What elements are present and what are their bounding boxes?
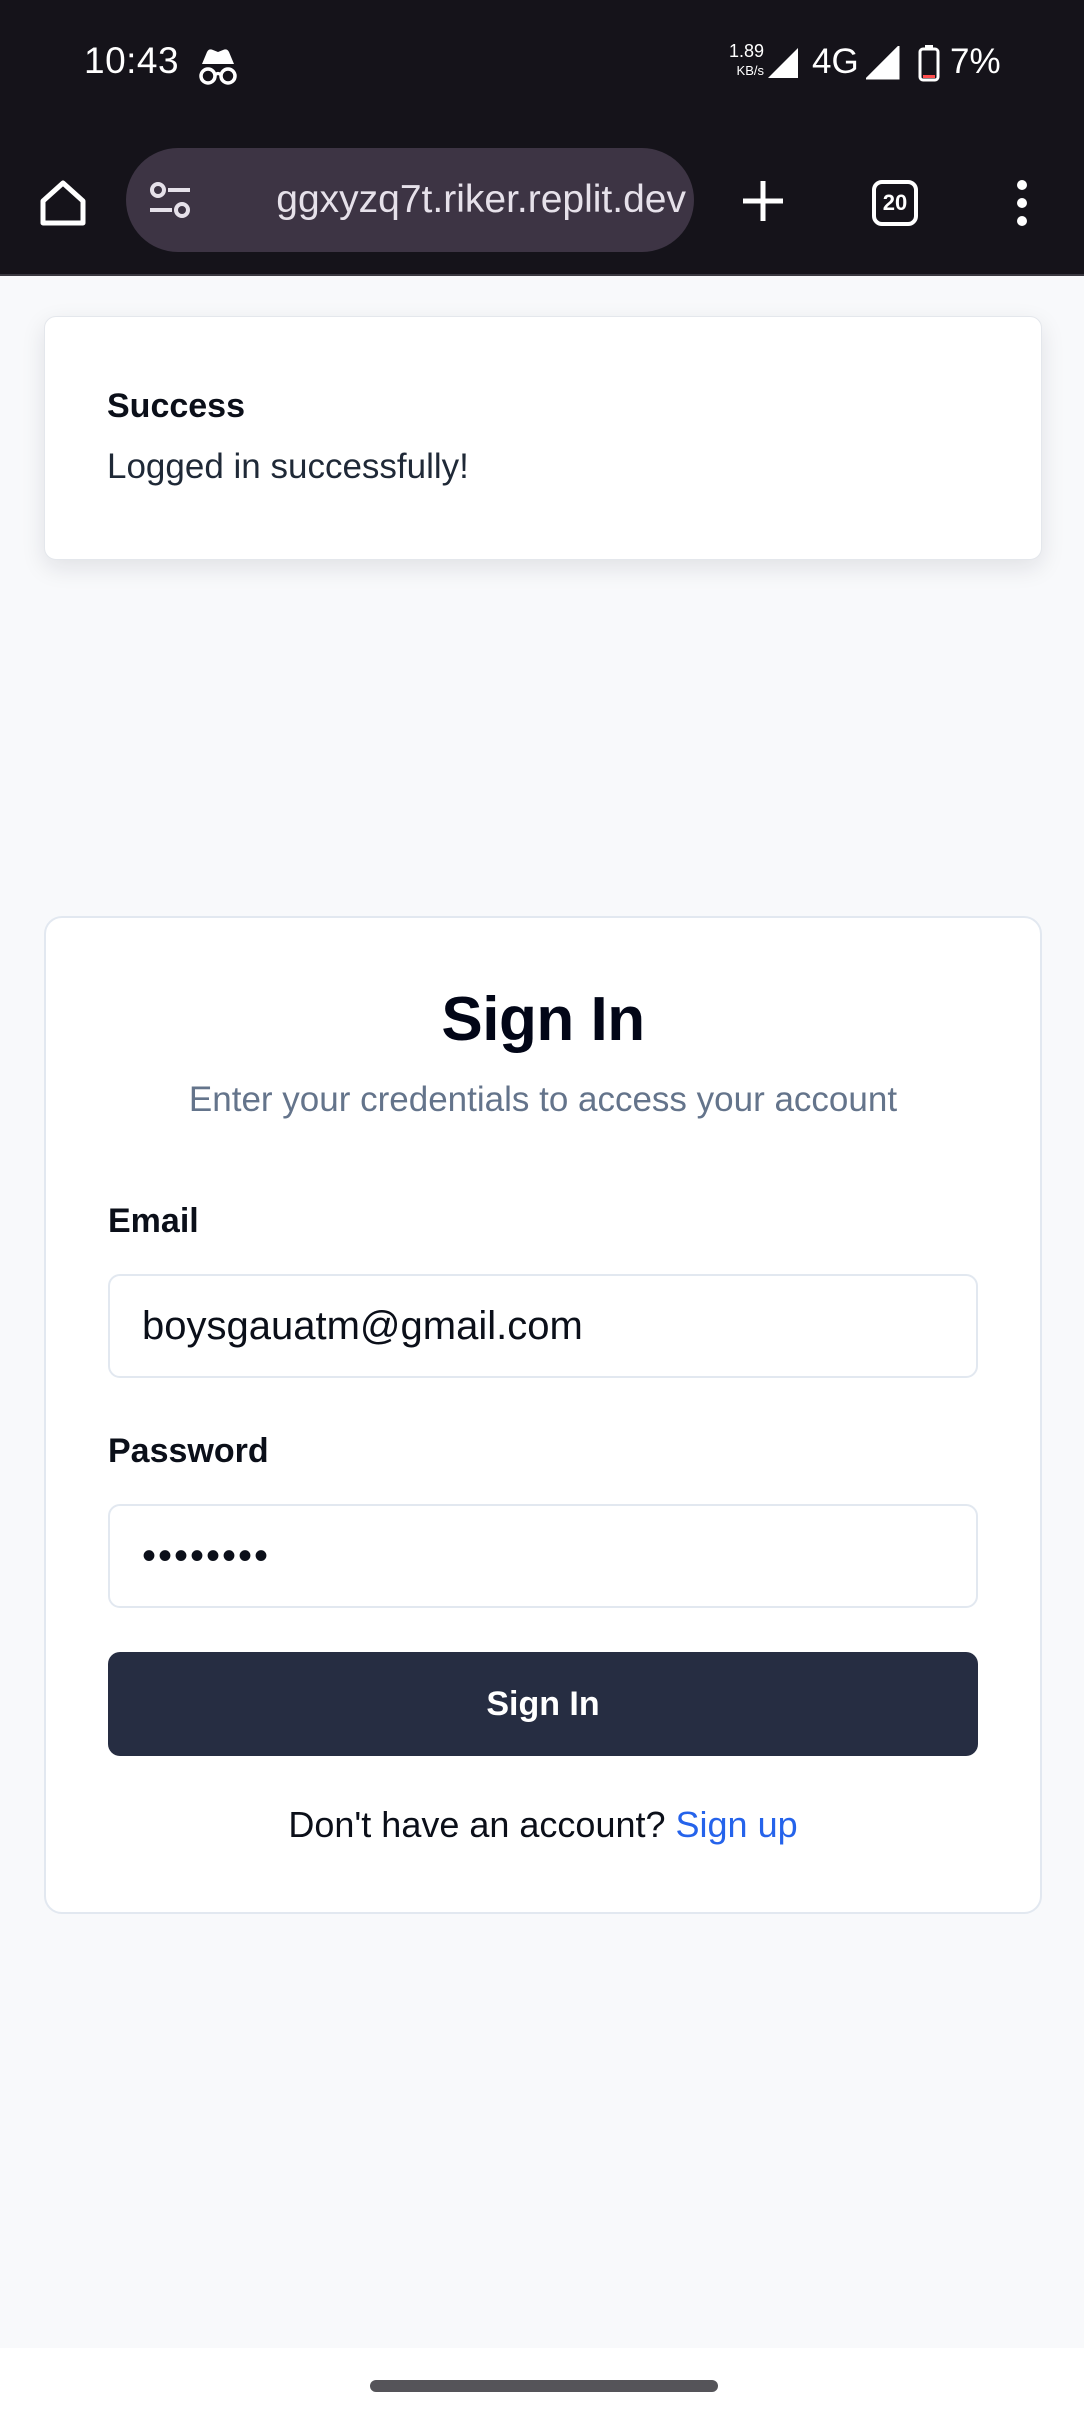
more-menu-button[interactable]: [1000, 170, 1044, 236]
network-speed-unit: KB/s: [736, 63, 764, 78]
signin-title: Sign In: [441, 985, 645, 1054]
status-bar: 10:43 1.89 KB/s 4G 7%: [0, 0, 1084, 130]
incognito-icon: [199, 49, 237, 85]
password-label: Password: [108, 1432, 269, 1470]
signup-row: Don't have an account? Sign up: [46, 1804, 1040, 1846]
browser-toolbar: ggxyzq7t.riker.replit.dev 20: [0, 130, 1084, 276]
signup-prompt: Don't have an account?: [288, 1804, 676, 1845]
home-button[interactable]: [30, 170, 96, 236]
tab-switcher-icon: 20: [872, 180, 918, 226]
signin-card: Sign In Enter your credentials to access…: [44, 916, 1042, 1914]
url-text: ggxyzq7t.riker.replit.dev: [276, 178, 686, 221]
signin-subtitle: Enter your credentials to access your ac…: [188, 1080, 898, 1119]
success-toast: Success Logged in successfully!: [44, 316, 1042, 560]
more-menu-icon: [1017, 180, 1027, 226]
network-speed-value: 1.89: [728, 41, 764, 61]
network-speed: 1.89 KB/s: [718, 42, 764, 80]
signal-icon: [866, 46, 900, 80]
signal-icon: [768, 48, 798, 78]
password-field[interactable]: [108, 1504, 978, 1608]
status-time: 10:43: [84, 40, 180, 81]
site-settings-icon[interactable]: [146, 178, 194, 222]
home-icon: [40, 180, 86, 226]
navigation-bar: [0, 2348, 1084, 2412]
toast-title: Success: [107, 387, 245, 425]
gesture-handle[interactable]: [370, 2380, 718, 2392]
battery-icon: [918, 45, 940, 82]
battery-level: 7%: [950, 42, 1001, 81]
toast-description: Logged in successfully!: [107, 447, 469, 486]
tab-switcher-button[interactable]: 20: [862, 170, 928, 236]
signin-button[interactable]: Sign In: [108, 1652, 978, 1756]
network-type: 4G: [812, 42, 859, 81]
new-tab-icon: [743, 181, 783, 221]
signup-link[interactable]: Sign up: [676, 1804, 798, 1845]
new-tab-button[interactable]: [730, 168, 796, 234]
email-label: Email: [108, 1202, 199, 1240]
address-bar[interactable]: ggxyzq7t.riker.replit.dev: [126, 148, 694, 252]
email-field[interactable]: [108, 1274, 978, 1378]
